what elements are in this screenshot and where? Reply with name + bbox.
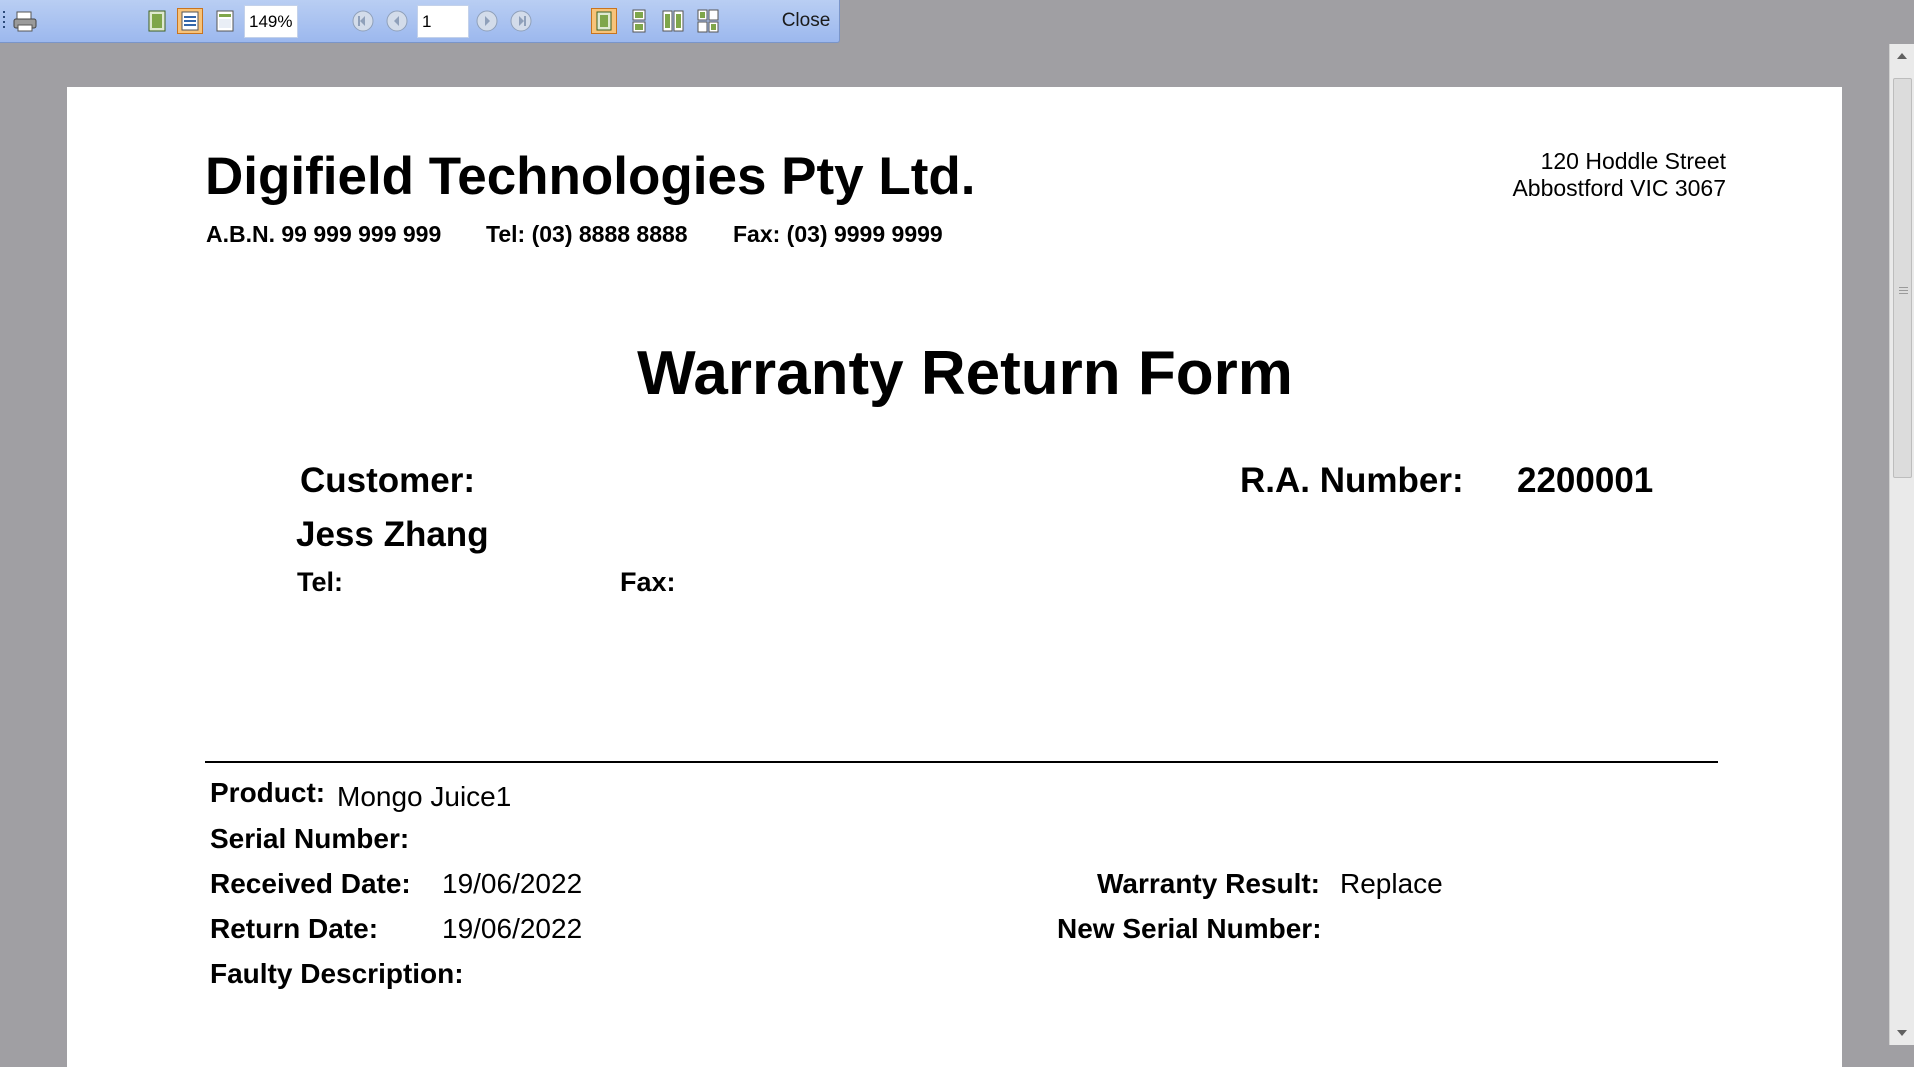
multi-page-view-icon[interactable] bbox=[695, 8, 721, 34]
customer-fax-label: Fax: bbox=[620, 567, 676, 597]
received-date-label: Received Date: bbox=[210, 868, 411, 899]
company-address-line2: Abbostford VIC 3067 bbox=[1512, 175, 1726, 201]
return-date-label: Return Date: bbox=[210, 913, 379, 944]
company-address-line1: 120 Hoddle Street bbox=[1540, 148, 1726, 174]
one-page-view-icon[interactable] bbox=[591, 8, 617, 34]
ra-number-label: R.A. Number: bbox=[1240, 461, 1464, 500]
page-number-input[interactable]: 1 bbox=[417, 5, 469, 38]
whole-page-icon[interactable] bbox=[212, 8, 238, 34]
ra-number-value: 2200001 bbox=[1517, 461, 1654, 500]
faulty-description-label: Faulty Description: bbox=[210, 958, 464, 989]
zoom-input[interactable]: 149% bbox=[244, 5, 298, 38]
report-viewer-toolbar: 149% 1 Close bbox=[0, 0, 840, 43]
product-value: Mongo Juice1 bbox=[337, 781, 512, 812]
two-page-view-icon[interactable] bbox=[626, 8, 652, 34]
received-date-value: 19/06/2022 bbox=[442, 868, 583, 899]
next-page-icon[interactable] bbox=[474, 8, 500, 34]
customer-tel-label: Tel: bbox=[297, 567, 343, 597]
form-title: Warranty Return Form bbox=[637, 339, 1293, 408]
close-button[interactable]: Close bbox=[771, 6, 841, 36]
toolbar-background bbox=[840, 0, 1914, 42]
warranty-result-value: Replace bbox=[1340, 868, 1443, 899]
printer-icon[interactable] bbox=[12, 8, 38, 34]
warranty-result-label: Warranty Result: bbox=[1097, 868, 1321, 899]
four-page-view-icon[interactable] bbox=[660, 8, 686, 34]
company-fax: Fax: (03) 9999 9999 bbox=[733, 221, 943, 247]
scroll-down-icon[interactable] bbox=[1890, 1021, 1914, 1045]
toolbar-grip[interactable] bbox=[3, 11, 5, 31]
previous-page-icon[interactable] bbox=[384, 8, 410, 34]
section-divider bbox=[205, 761, 1718, 763]
scrollbar-grip-icon bbox=[1899, 287, 1908, 295]
scroll-up-icon[interactable] bbox=[1890, 44, 1914, 68]
fit-width-icon[interactable] bbox=[177, 8, 203, 34]
new-serial-number-label: New Serial Number: bbox=[1057, 913, 1322, 944]
company-name: Digifield Technologies Pty Ltd. bbox=[205, 147, 976, 206]
return-date-value: 19/06/2022 bbox=[442, 913, 583, 944]
serial-number-label: Serial Number: bbox=[210, 823, 410, 854]
company-abn: A.B.N. 99 999 999 999 bbox=[206, 221, 442, 247]
product-label: Product: bbox=[210, 777, 326, 808]
company-tel: Tel: (03) 8888 8888 bbox=[486, 221, 688, 247]
customer-name: Jess Zhang bbox=[296, 515, 489, 554]
scrollbar-thumb[interactable] bbox=[1893, 78, 1912, 478]
single-page-icon[interactable] bbox=[144, 8, 170, 34]
last-page-icon[interactable] bbox=[508, 8, 534, 34]
vertical-scrollbar[interactable] bbox=[1889, 44, 1914, 1045]
customer-label: Customer: bbox=[300, 461, 476, 500]
first-page-icon[interactable] bbox=[350, 8, 376, 34]
